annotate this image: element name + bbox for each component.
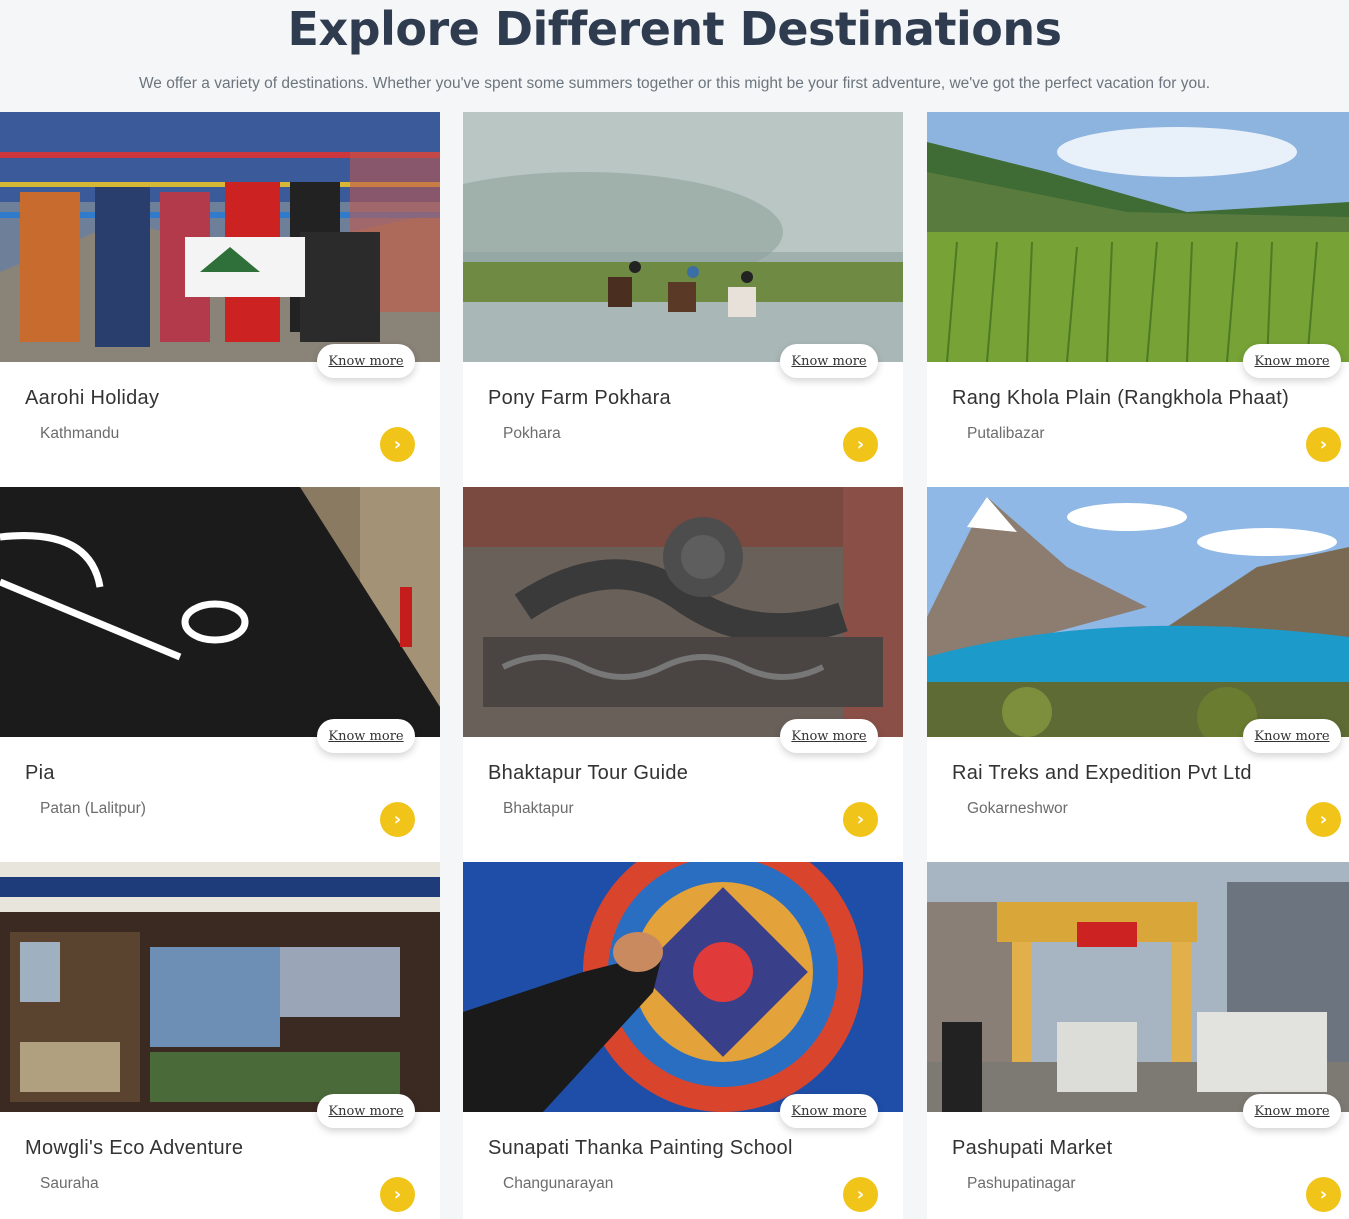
- destination-card[interactable]: Know more Bhaktapur Tour Guide Bhaktapur…: [463, 487, 903, 862]
- destination-name[interactable]: Bhaktapur Tour Guide: [488, 762, 688, 785]
- know-more-button[interactable]: Know more: [317, 1094, 415, 1128]
- destination-image[interactable]: [463, 112, 903, 362]
- destination-card[interactable]: Know more Aarohi Holiday Kathmandu ›: [0, 112, 440, 487]
- arrow-button[interactable]: ›: [380, 1177, 415, 1212]
- destination-card[interactable]: Know more Pony Farm Pokhara Pokhara ›: [463, 112, 903, 487]
- know-more-button[interactable]: Know more: [317, 719, 415, 753]
- destination-image[interactable]: [927, 487, 1349, 737]
- destination-name[interactable]: Pashupati Market: [952, 1137, 1112, 1160]
- destination-name[interactable]: Rai Treks and Expedition Pvt Ltd: [952, 762, 1252, 785]
- destination-name[interactable]: Pia: [25, 762, 55, 785]
- destination-card[interactable]: Know more Pia Patan (Lalitpur) ›: [0, 487, 440, 862]
- chevron-right-icon: ›: [1319, 1183, 1328, 1205]
- page-subtitle: We offer a variety of destinations. Whet…: [138, 75, 1211, 92]
- destination-location: Kathmandu: [40, 425, 120, 442]
- destination-image[interactable]: [927, 112, 1349, 362]
- chevron-right-icon: ›: [1319, 808, 1328, 830]
- arrow-button[interactable]: ›: [1306, 427, 1341, 462]
- arrow-button[interactable]: ›: [1306, 1177, 1341, 1212]
- chevron-right-icon: ›: [1319, 433, 1328, 455]
- destination-location: Pashupatinagar: [967, 1175, 1076, 1192]
- destination-image[interactable]: [463, 862, 903, 1112]
- arrow-button[interactable]: ›: [380, 802, 415, 837]
- destination-name[interactable]: Mowgli's Eco Adventure: [25, 1137, 243, 1160]
- page-title: Explore Different Destinations: [287, 2, 1062, 56]
- destination-card[interactable]: Know more Rang Khola Plain (Rangkhola Ph…: [927, 112, 1349, 487]
- chevron-right-icon: ›: [393, 808, 402, 830]
- section-header: Explore Different Destinations We offer …: [0, 0, 1349, 112]
- know-more-button[interactable]: Know more: [780, 1094, 878, 1128]
- destination-image[interactable]: [463, 487, 903, 737]
- know-more-button[interactable]: Know more: [1243, 719, 1341, 753]
- chevron-right-icon: ›: [856, 1183, 865, 1205]
- know-more-button[interactable]: Know more: [1243, 1094, 1341, 1128]
- destination-location: Putalibazar: [967, 425, 1045, 442]
- know-more-button[interactable]: Know more: [780, 344, 878, 378]
- destination-location: Patan (Lalitpur): [40, 800, 146, 817]
- know-more-button[interactable]: Know more: [1243, 344, 1341, 378]
- arrow-button[interactable]: ›: [843, 427, 878, 462]
- destination-name[interactable]: Sunapati Thanka Painting School: [488, 1137, 793, 1160]
- destination-location: Pokhara: [503, 425, 561, 442]
- destination-location: Changunarayan: [503, 1175, 614, 1192]
- destination-card[interactable]: Know more Pashupati Market Pashupatinaga…: [927, 862, 1349, 1219]
- destination-name[interactable]: Pony Farm Pokhara: [488, 387, 671, 410]
- chevron-right-icon: ›: [393, 1183, 402, 1205]
- chevron-right-icon: ›: [856, 808, 865, 830]
- destination-card[interactable]: Know more Sunapati Thanka Painting Schoo…: [463, 862, 903, 1219]
- destination-image[interactable]: [927, 862, 1349, 1112]
- arrow-button[interactable]: ›: [380, 427, 415, 462]
- destination-image[interactable]: [0, 862, 440, 1112]
- destination-location: Bhaktapur: [503, 800, 574, 817]
- arrow-button[interactable]: ›: [843, 802, 878, 837]
- arrow-button[interactable]: ›: [1306, 802, 1341, 837]
- chevron-right-icon: ›: [856, 433, 865, 455]
- destination-location: Sauraha: [40, 1175, 99, 1192]
- destination-name[interactable]: Rang Khola Plain (Rangkhola Phaat): [952, 387, 1289, 410]
- destination-card[interactable]: Know more Mowgli's Eco Adventure Sauraha…: [0, 862, 440, 1219]
- know-more-button[interactable]: Know more: [780, 719, 878, 753]
- arrow-button[interactable]: ›: [843, 1177, 878, 1212]
- destination-image[interactable]: [0, 112, 440, 362]
- destination-image[interactable]: [0, 487, 440, 737]
- chevron-right-icon: ›: [393, 433, 402, 455]
- destination-grid: Know more Aarohi Holiday Kathmandu › Kno…: [0, 112, 1349, 1219]
- know-more-button[interactable]: Know more: [317, 344, 415, 378]
- destination-name[interactable]: Aarohi Holiday: [25, 387, 159, 410]
- destination-card[interactable]: Know more Rai Treks and Expedition Pvt L…: [927, 487, 1349, 862]
- destination-location: Gokarneshwor: [967, 800, 1068, 817]
